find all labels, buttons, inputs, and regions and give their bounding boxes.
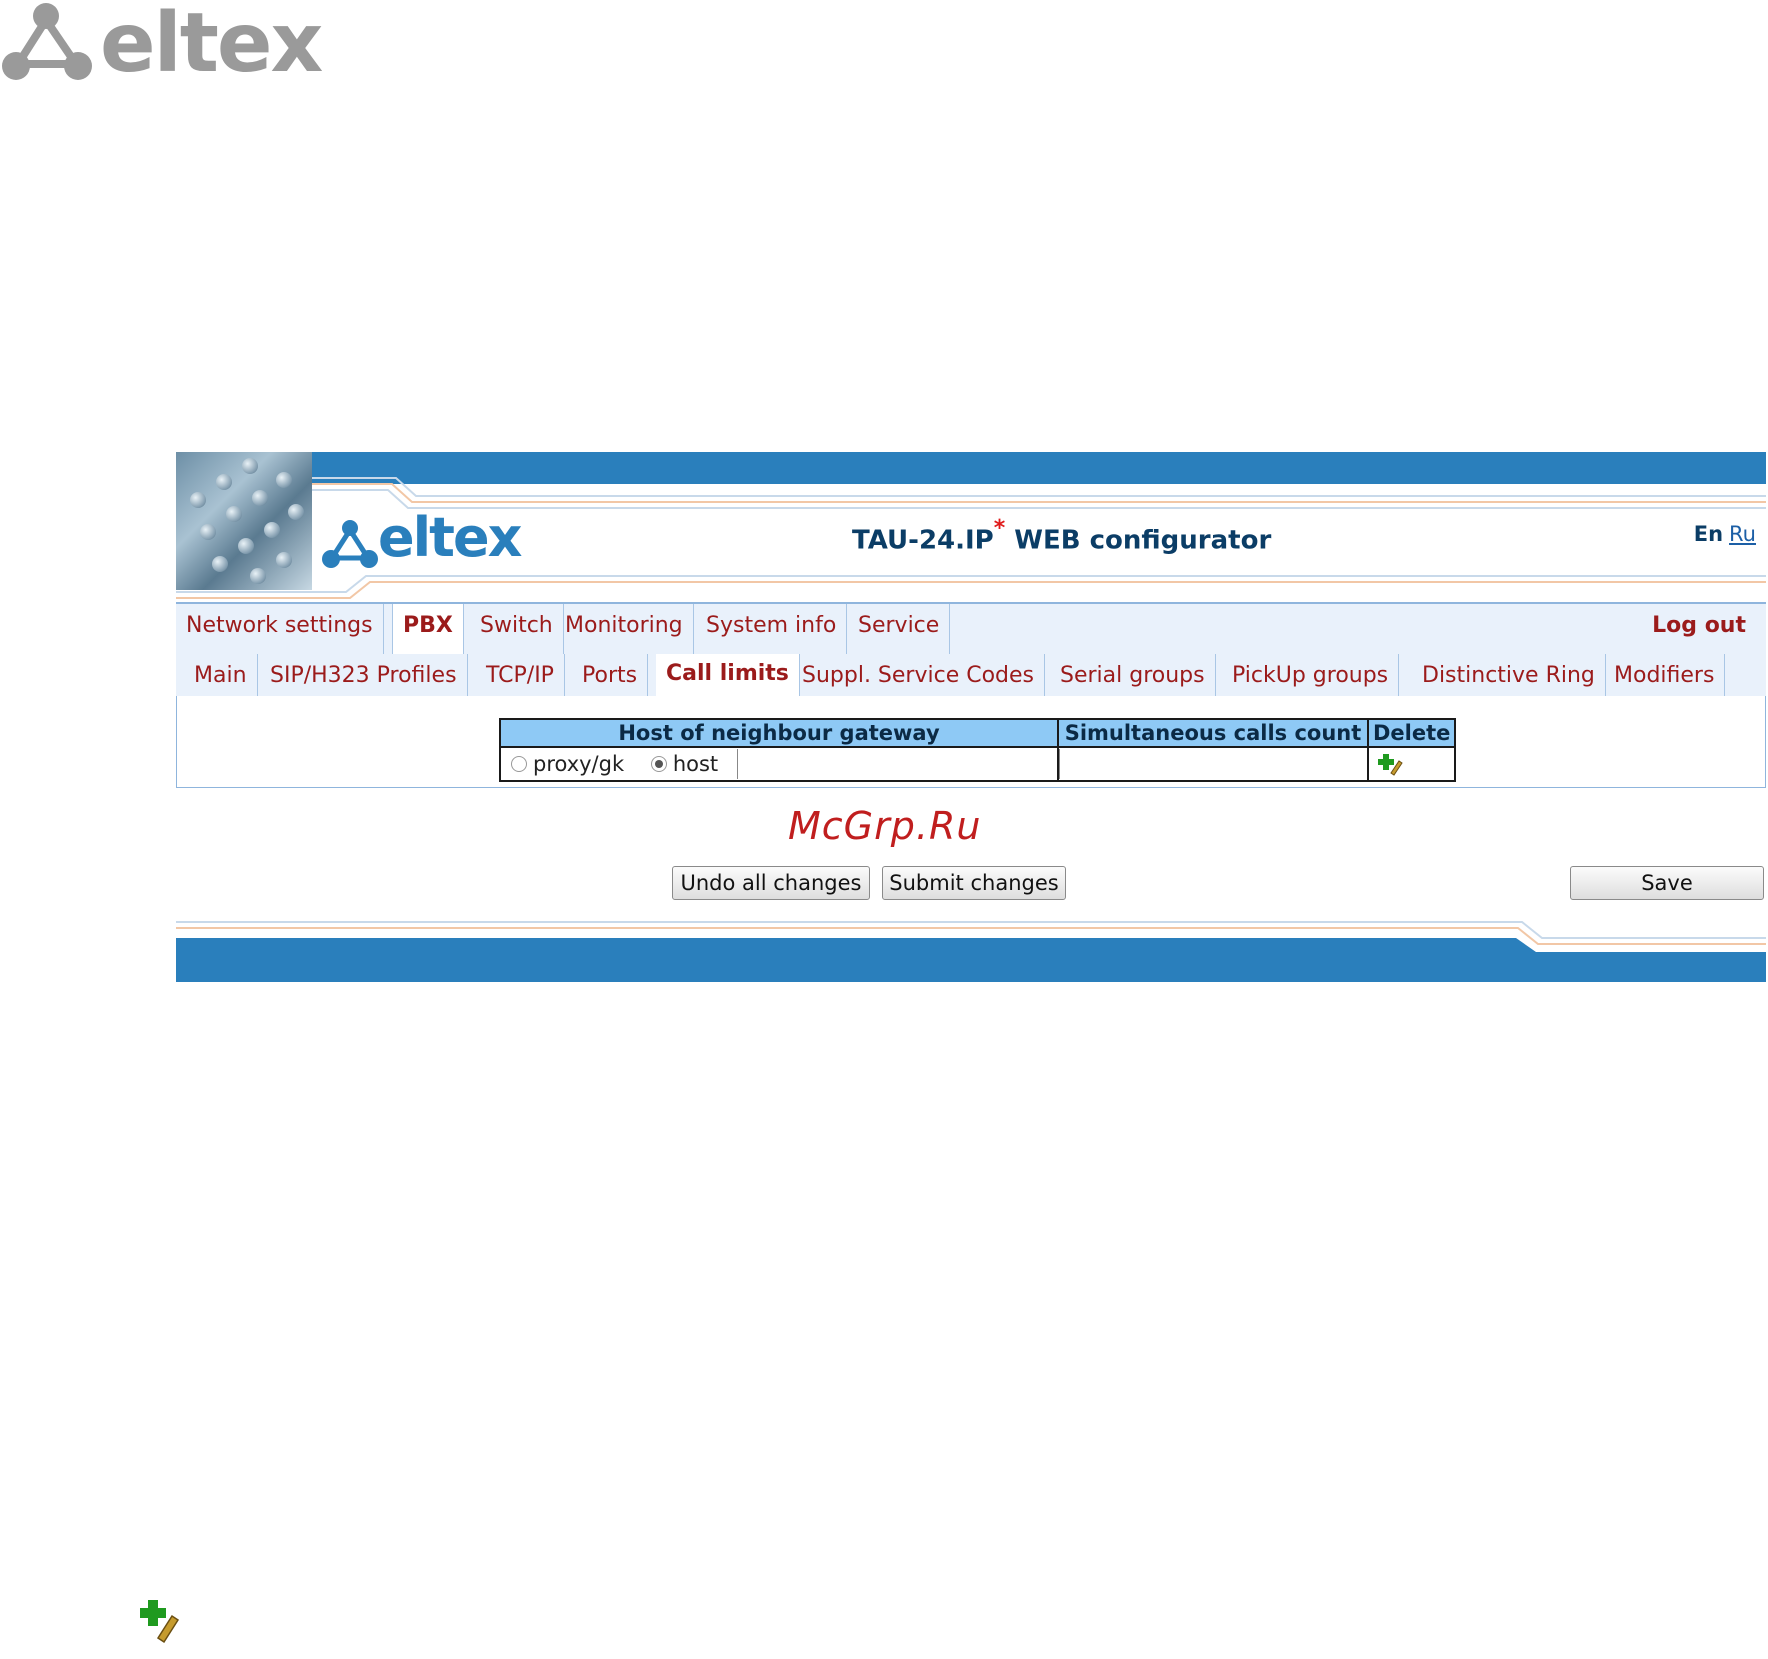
submenu-tcp-ip[interactable]: TCP/IP [476,654,565,696]
menu-network-settings[interactable]: Network settings [176,604,384,654]
document-logo: eltex [0,0,360,91]
save-button[interactable]: Save [1570,866,1764,900]
header-delete: Delete [1366,718,1457,748]
calls-cell [1057,746,1369,782]
submenu-distinctive-ring[interactable]: Distinctive Ring [1412,654,1606,696]
submenu-call-limits[interactable]: Call limits [656,654,800,696]
radio-proxy-gk[interactable] [511,756,527,772]
host-input[interactable] [736,749,1047,779]
lang-ru-link[interactable]: Ru [1729,522,1756,546]
app-title-model: TAU-24.IP [852,525,994,556]
menu-switch[interactable]: Switch [470,604,564,654]
header-calls-count: Simultaneous calls count [1057,718,1369,748]
logout-link[interactable]: Log out [1652,604,1746,648]
menu-pbx[interactable]: PBX [392,604,464,656]
app-title-rest: WEB configurator [1005,525,1272,556]
eltex-logo: eltex [322,506,562,572]
submenu-pickup-groups[interactable]: PickUp groups [1222,654,1400,696]
app-title: TAU-24.IP* WEB configurator [852,516,1272,556]
submenu-suppl-service-codes[interactable]: Suppl. Service Codes [792,654,1046,696]
eltex-logo-icon [2,3,92,80]
undo-all-changes-button[interactable]: Undo all changes [672,866,870,900]
submenu-modifiers[interactable]: Modifiers [1604,654,1726,696]
pbx-sub-menu: Main SIP/H323 Profiles TCP/IP Ports Call… [176,654,1766,696]
submenu-serial-groups[interactable]: Serial groups [1050,654,1216,696]
submenu-ports[interactable]: Ports [572,654,649,696]
header-host: Host of neighbour gateway [499,718,1059,748]
call-limits-table: Host of neighbour gateway Simultaneous c… [499,718,1457,782]
eltex-logo-text: eltex [378,506,522,569]
submenu-main[interactable]: Main [184,654,258,696]
document-logo-text: eltex [100,0,323,91]
menu-system-info[interactable]: System info [696,604,848,654]
menu-monitoring[interactable]: Monitoring [555,604,694,654]
delete-cell [1366,746,1457,782]
menu-service[interactable]: Service [848,604,951,654]
app-title-mark: * [993,516,1006,541]
radio-proxy-gk-label: proxy/gk [533,752,625,776]
submit-changes-button[interactable]: Submit changes [882,866,1066,900]
eltex-logo-icon [322,520,378,568]
watermark: McGrp.Ru [788,804,982,848]
web-configurator-window: eltex TAU-24.IP* WEB configurator En Ru N… [176,452,1766,982]
lang-en: En [1693,522,1724,546]
radio-host[interactable] [650,756,667,772]
language-switcher: En Ru [1694,522,1756,546]
radio-host-label: host [672,752,719,776]
host-cell: proxy/gk host [499,746,1059,782]
submenu-sip-h323-profiles[interactable]: SIP/H323 Profiles [260,654,468,696]
add-edit-icon [136,1598,184,1646]
header-phone-keypad-photo [176,452,312,590]
table-row: proxy/gk host [499,746,1457,782]
call-limits-panel: Host of neighbour gateway Simultaneous c… [176,696,1766,788]
calls-count-input[interactable] [1059,749,1367,779]
footer-decor [176,921,1766,982]
table-header-row: Host of neighbour gateway Simultaneous c… [499,718,1457,748]
main-menu: Network settings PBX Switch Monitoring S… [176,602,1766,656]
add-row-icon[interactable] [1377,753,1403,777]
